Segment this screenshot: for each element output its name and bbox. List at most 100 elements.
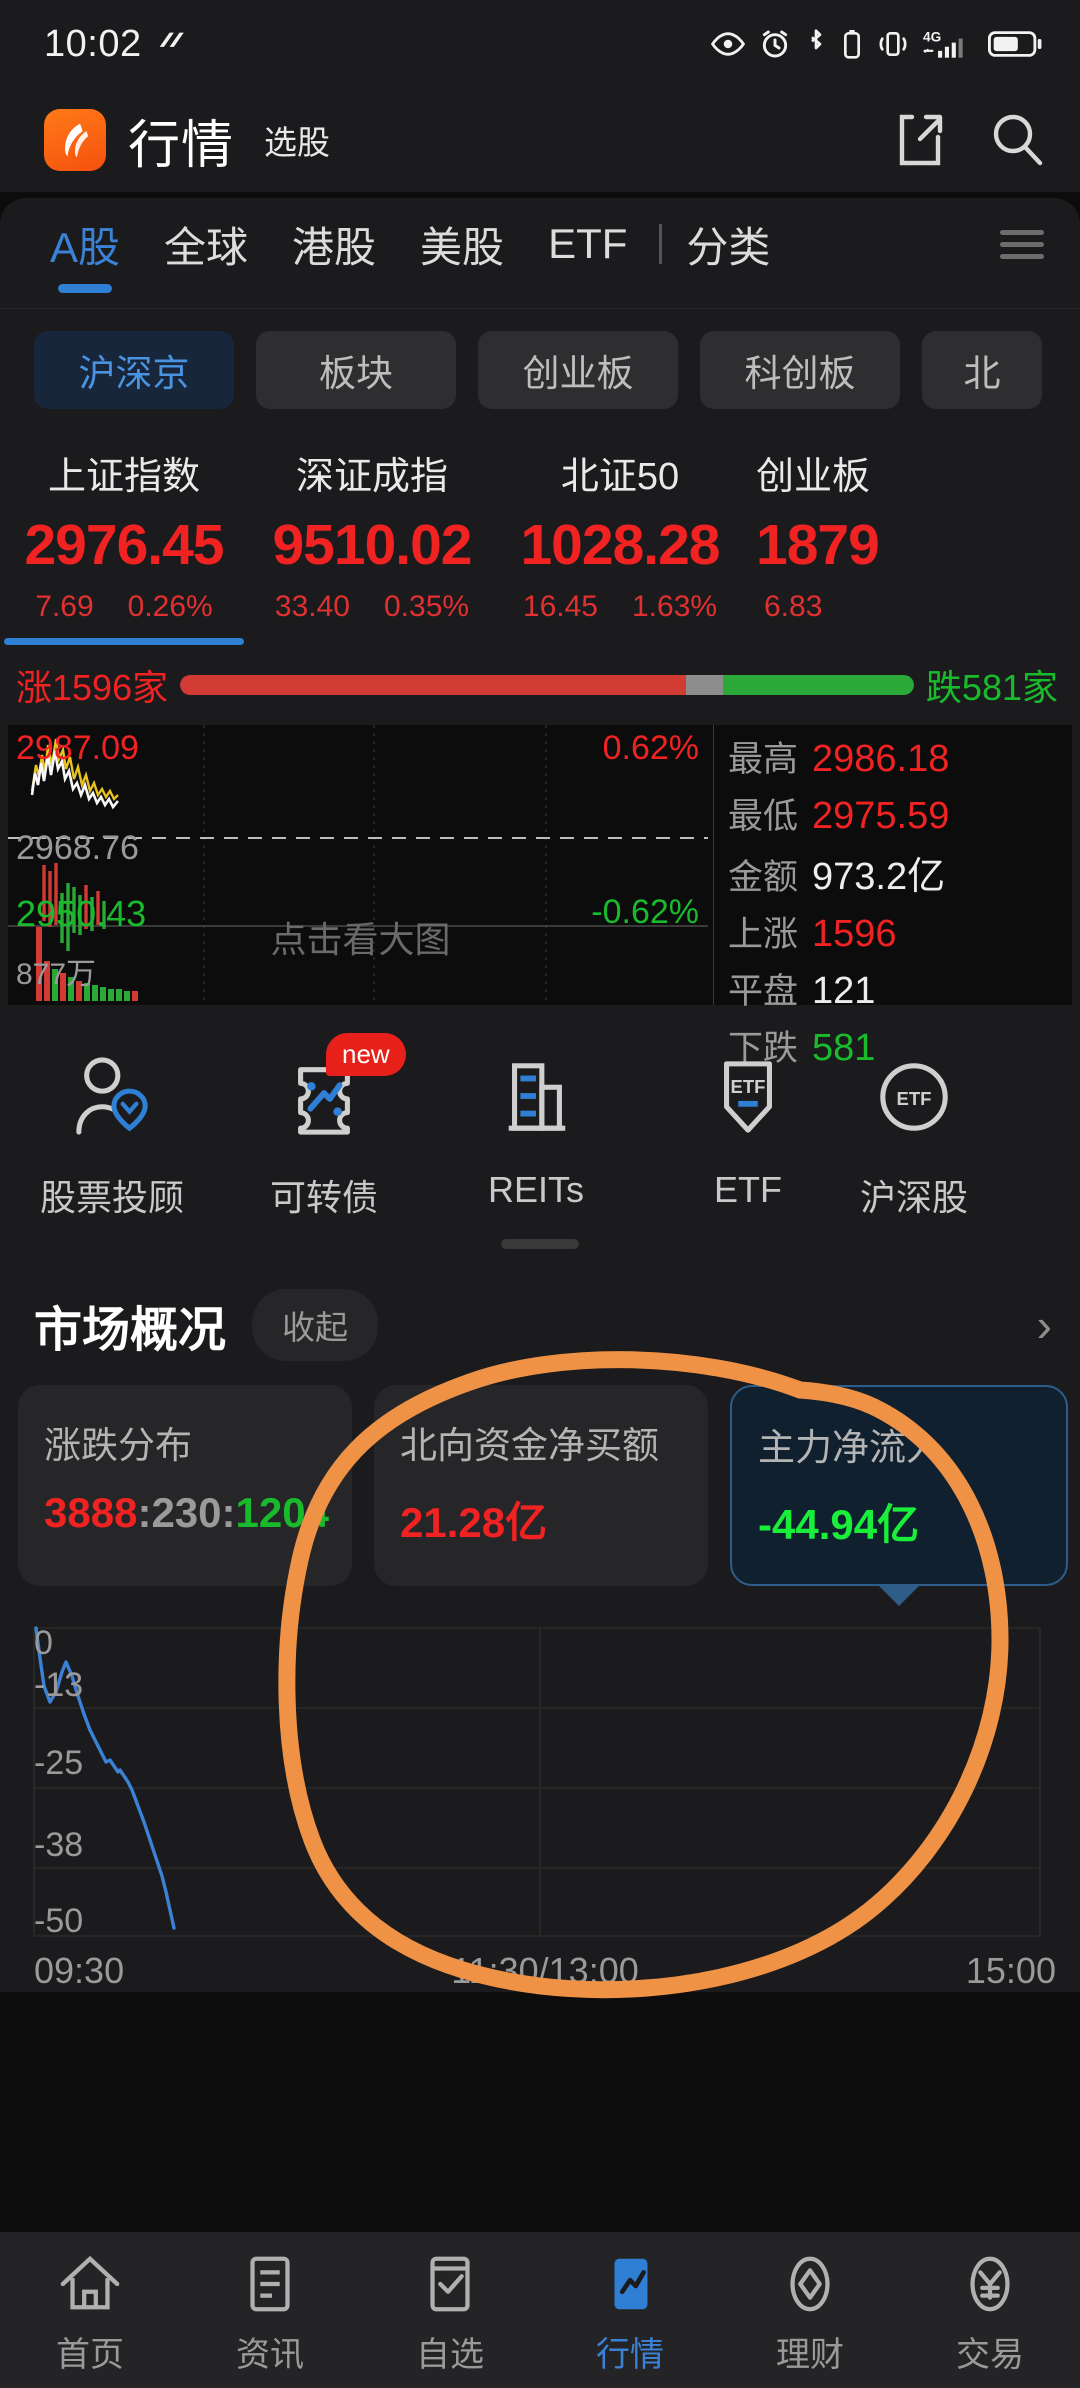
index-change-row: 33.40 0.35% (248, 590, 496, 624)
mini-chart-watermark: 点击看大图 (270, 919, 451, 960)
index-change: 16.45 (522, 590, 598, 623)
chip-star-market[interactable]: 科创板 (700, 331, 900, 409)
nav-watchlist[interactable]: 自选 (360, 2245, 540, 2376)
card-key: 北向资金净买额 (400, 1425, 659, 1466)
index-stats-panel: 最高 2986.18 最低 2975.59 金额 973.2亿 上涨 1596 … (714, 725, 1072, 1069)
svg-text:4G: 4G (923, 29, 941, 44)
mini-chart-mid: 2968.76 (16, 829, 139, 867)
main-panel: A股 全球 港股 美股 ETF 分类 沪深京 板块 创业板 科创板 北 上证指数… (0, 198, 1080, 1992)
nav-finance[interactable]: 理财 (720, 2245, 900, 2376)
main-net-inflow-chart[interactable]: 0 -13 -25 -38 -50 (0, 1614, 1080, 1944)
index-pct: 0.26% (127, 590, 213, 623)
app-screen: 10:02 4G 行情 选股 A股 全球 港股 美股 ETF 分类 沪深京 板块… (0, 0, 1080, 2388)
chart-y-tick: -13 (34, 1666, 84, 1704)
tabs-divider (659, 224, 663, 264)
etf-shield-icon: ETF (642, 1039, 854, 1155)
index-card-bse50[interactable]: 北证50 1028.28 16.45 1.63% (496, 445, 744, 645)
tab-a-shares[interactable]: A股 (28, 214, 142, 293)
chip-more[interactable]: 北 (922, 331, 1042, 409)
index-value: 2976.45 (24, 513, 224, 577)
tab-categories[interactable]: 分类 (664, 214, 792, 275)
nav-label: 自选 (416, 2335, 484, 2374)
decliners-segment (723, 675, 914, 695)
index-mini-chart[interactable]: 2987.09 0.62% 2968.76 2950.43 -0.62% 877… (8, 725, 714, 1005)
index-value: 9510.02 (272, 513, 472, 577)
index-name: 深证成指 (295, 456, 448, 498)
index-card-shenzhen[interactable]: 深证成指 9510.02 33.40 0.35% (248, 445, 496, 645)
nav-label: 理财 (776, 2335, 844, 2374)
stat-key: 最高 (728, 740, 799, 779)
chart-y-tick: -25 (34, 1744, 84, 1782)
market-tabs: A股 全球 港股 美股 ETF 分类 (0, 198, 1080, 293)
collapse-button[interactable]: 收起 (252, 1289, 379, 1361)
status-bar-clock: 10:02 (44, 22, 142, 65)
tab-global[interactable]: 全球 (142, 214, 270, 275)
tab-hk-shares[interactable]: 港股 (270, 214, 398, 275)
tab-us-shares[interactable]: 美股 (398, 214, 526, 275)
quick-advisor[interactable]: 股票投顾 (6, 1039, 218, 1221)
stat-key: 上涨 (728, 915, 799, 954)
advance-decline-bar: 涨1596家 跌581家 (0, 651, 1080, 721)
card-selected-pointer (877, 1584, 921, 1606)
nav-news[interactable]: 资讯 (180, 2245, 360, 2376)
index-card-shanghai[interactable]: 上证指数 2976.45 7.69 0.26% (0, 445, 248, 645)
quick-etf[interactable]: ETF ETF (642, 1039, 854, 1221)
distribution-flat: 230 (151, 1489, 222, 1536)
card-key: 涨跌分布 (44, 1425, 192, 1466)
nav-home[interactable]: 首页 (0, 2245, 180, 2376)
share-icon[interactable] (894, 111, 946, 169)
mini-chart-high-pct: 0.62% (602, 729, 699, 767)
card-updown-distribution[interactable]: 涨跌分布 3888:230:1204 (18, 1385, 352, 1586)
tab-etf[interactable]: ETF (526, 220, 649, 268)
quick-convertible-bond[interactable]: new 可转债 (218, 1033, 430, 1221)
search-icon[interactable] (988, 111, 1046, 169)
chip-hu-shen-jing[interactable]: 沪深京 (34, 331, 234, 409)
header-subtitle-stock-picker[interactable]: 选股 (264, 116, 330, 164)
stat-row: 最低 2975.59 (728, 788, 1072, 839)
nav-trade[interactable]: 交易 (900, 2245, 1080, 2376)
chip-sectors[interactable]: 板块 (256, 331, 456, 409)
distribution-up: 3888 (44, 1489, 138, 1536)
app-header: 行情 选股 (0, 88, 1080, 192)
convertible-bond-icon: new (218, 1033, 430, 1155)
reits-building-icon (430, 1039, 642, 1155)
app-logo-icon[interactable] (44, 109, 106, 171)
index-card-chinext[interactable]: 创业板 1879 6.83 (744, 445, 934, 645)
index-change-row: 16.45 1.63% (496, 590, 744, 624)
battery-icon (988, 31, 1042, 57)
chart-y-tick: 0 (34, 1624, 53, 1662)
stat-value: 973.2亿 (812, 856, 946, 898)
card-northbound-net-buy[interactable]: 北向资金净买额 21.28亿 (374, 1385, 708, 1586)
index-value: 1028.28 (520, 513, 720, 577)
chart-x-tick: 11:30/13:00 (451, 1950, 639, 1991)
nav-quotes[interactable]: 行情 (540, 2245, 720, 2376)
nav-label: 交易 (956, 2335, 1024, 2374)
hamburger-icon[interactable] (1000, 229, 1050, 259)
index-change: 6.83 (764, 590, 823, 623)
chevron-right-icon[interactable]: › (1037, 1298, 1052, 1352)
home-icon (0, 2245, 180, 2323)
index-name: 创业板 (756, 456, 871, 498)
card-value: 3888:230:1204 (44, 1489, 329, 1536)
quick-reits[interactable]: REITs (430, 1039, 642, 1221)
tab-active-underline (58, 283, 112, 293)
market-overview-section: 市场概况 收起 › 涨跌分布 3888:230:1204 北向资金净买额 21.… (0, 1255, 1080, 1992)
page-title: 行情 (128, 116, 235, 175)
quick-hu-shen-shares[interactable]: ETF 沪深股 (854, 1039, 974, 1221)
nav-label: 资讯 (236, 2335, 304, 2374)
chart-x-tick: 09:30 (34, 1950, 125, 1991)
chip-chinext[interactable]: 创业板 (478, 331, 678, 409)
quick-label: 可转债 (269, 1177, 378, 1218)
card-main-net-inflow[interactable]: 主力净流入 -44.94亿 (730, 1385, 1068, 1606)
index-cards: 上证指数 2976.45 7.69 0.26% 深证成指 9510.02 33.… (0, 429, 1080, 651)
stat-value: 2975.59 (812, 795, 950, 837)
svg-text:ETF: ETF (897, 1088, 932, 1109)
card-value: 21.28亿 (400, 1499, 548, 1546)
quick-access-pager[interactable] (0, 1239, 1080, 1249)
eye-icon (710, 32, 746, 56)
index-change-row: 7.69 0.26% (0, 590, 248, 624)
card-value: -44.94亿 (758, 1501, 920, 1548)
index-detail-row: 2987.09 0.62% 2968.76 2950.43 -0.62% 877… (8, 725, 1072, 1069)
chart-y-tick: -50 (34, 1902, 84, 1940)
quick-access-section: 股票投顾 new 可转债 REITs ETF ETF ETF 沪深股 (0, 1013, 1080, 1255)
